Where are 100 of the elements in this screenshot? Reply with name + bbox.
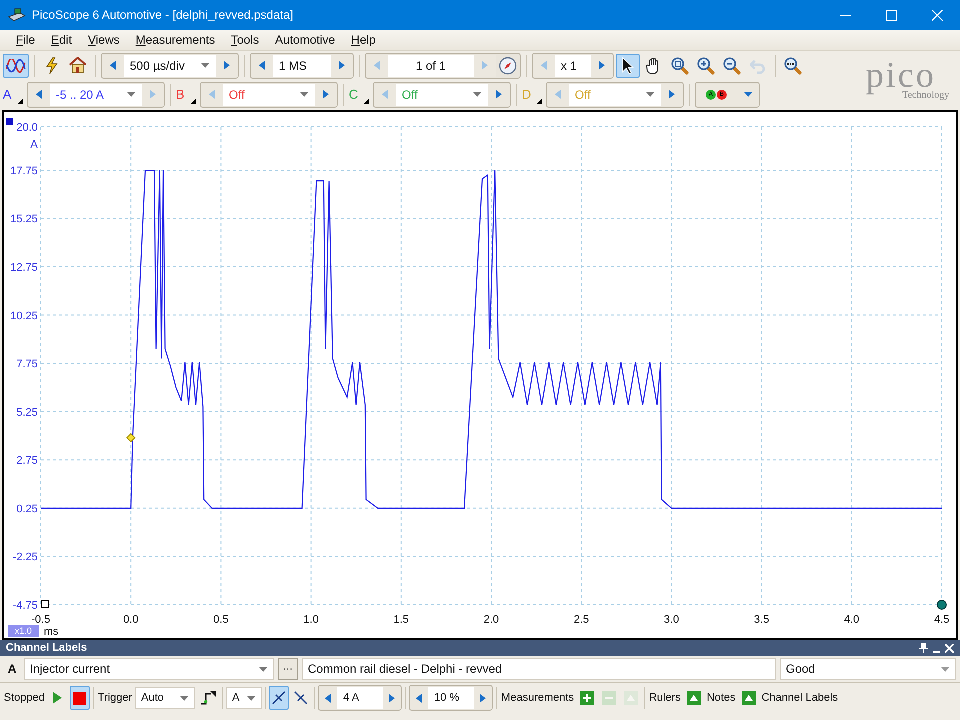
measurements-label: Measurements: [500, 692, 576, 704]
stop-button[interactable]: [70, 686, 90, 710]
quality-dropdown[interactable]: Good: [780, 658, 956, 680]
timebase-dropdown[interactable]: 500 µs/div: [124, 54, 216, 76]
y-unit-label: A: [30, 139, 38, 151]
y-tick-label: 17.75: [10, 165, 38, 178]
left-arrow-icon: [209, 90, 215, 99]
zoom-out-icon: [723, 56, 741, 74]
menu-item[interactable]: Measurements: [128, 33, 224, 47]
trigger-mode-dropdown[interactable]: Auto: [135, 687, 196, 709]
description-field[interactable]: Common rail diesel - Delphi - revved: [302, 658, 776, 680]
right-arrow-icon: [669, 90, 675, 99]
play-icon: [53, 692, 62, 704]
right-arrow-icon: [150, 90, 156, 99]
menu-item[interactable]: File: [8, 33, 44, 47]
pointer-tool-button[interactable]: [616, 54, 640, 78]
zoom-field[interactable]: x 1: [555, 54, 591, 76]
menu-item[interactable]: Automotive: [267, 33, 344, 47]
x-tick-label: 0.0: [123, 614, 139, 626]
rising-edge-button[interactable]: [269, 686, 290, 710]
corner-triangle-icon: [364, 98, 369, 104]
cursor-arrow-icon: [621, 56, 635, 74]
y-tick-label: 20.0: [16, 122, 38, 134]
magnifier-icon: [784, 56, 802, 74]
lightning-icon: [45, 56, 59, 74]
threshold-field[interactable]: 4 A: [337, 687, 384, 709]
trigger-label: Trigger: [96, 692, 134, 704]
right-arrow-icon: [339, 61, 345, 70]
channel-button[interactable]: A: [3, 82, 25, 106]
x-tick-label: 1.0: [304, 614, 319, 626]
channel-labels-label: Channel Labels: [760, 692, 840, 704]
oscilloscope-icon: [8, 7, 26, 23]
x-tick-label: 0.5: [214, 614, 229, 626]
buffer-field[interactable]: 1 of 1: [388, 54, 474, 76]
right-arrow-icon: [482, 61, 488, 70]
left-arrow-icon: [374, 61, 380, 70]
y-tick-label: 2.75: [16, 455, 38, 468]
channel-letter: A: [8, 662, 18, 676]
maximize-icon: [886, 10, 896, 20]
menu-item[interactable]: Views: [80, 33, 128, 47]
menu-item[interactable]: Help: [343, 33, 384, 47]
x-tick-label: 1.5: [394, 614, 410, 626]
plus-icon: [580, 691, 594, 705]
zoom-in-icon: [697, 56, 715, 74]
close-icon[interactable]: [945, 644, 954, 652]
pin-icon[interactable]: [919, 643, 928, 653]
y-tick-label: 10.25: [10, 310, 38, 322]
capture-status: Stopped: [3, 692, 46, 704]
window-title: PicoScope 6 Automotive - [delphi_revved.psdata]: [32, 8, 294, 22]
dropdown-caret-icon: [473, 92, 482, 97]
ruler-handle-icon[interactable]: [42, 600, 50, 608]
left-arrow-icon: [416, 694, 422, 702]
y-tick-label: -4.75: [12, 600, 38, 612]
right-arrow-icon: [496, 90, 502, 99]
y-tick-label: 5.25: [16, 406, 38, 419]
ruler-handle-icon[interactable]: [937, 600, 947, 610]
right-arrow-icon: [480, 694, 486, 702]
right-arrow-icon: [389, 694, 396, 702]
x-tick-label: 4.5: [934, 614, 950, 626]
x-tick-label: 2.5: [574, 614, 590, 626]
y-tick-label: 0.25: [16, 503, 38, 516]
samples-field[interactable]: 1 MS: [273, 54, 331, 76]
y-tick-label: 7.75: [16, 358, 38, 371]
rulers-label: Rulers: [648, 692, 682, 704]
range-dropdown[interactable]: -5 .. 20 A: [50, 84, 142, 106]
right-arrow-icon: [323, 90, 329, 99]
left-arrow-icon: [259, 61, 265, 70]
more-button[interactable]: ···: [278, 658, 298, 680]
minimize-icon: [840, 14, 850, 16]
y-tick-label: 12.75: [10, 262, 38, 274]
dropdown-caret-icon: [247, 696, 256, 700]
dropdown-caret-icon: [744, 92, 752, 97]
trigger-edge-icon: [200, 690, 216, 706]
notes-label: Notes: [706, 692, 737, 704]
x-unit-label: ms: [44, 626, 59, 638]
house-icon: [69, 57, 87, 74]
left-arrow-icon: [36, 90, 42, 99]
undo-arrow-icon: [750, 58, 766, 74]
x-tick-label: 4.0: [844, 614, 860, 626]
pretrigger-field[interactable]: 10 %: [428, 687, 474, 709]
range-dropdown[interactable]: Off: [223, 84, 315, 106]
trigger-marker-icon: [126, 433, 136, 443]
x-tick-label: 2.0: [484, 614, 500, 626]
label-dropdown[interactable]: Injector current: [24, 658, 274, 680]
left-arrow-icon: [110, 61, 116, 70]
left-arrow-icon: [555, 90, 561, 99]
trigger-channel-dropdown[interactable]: A: [226, 687, 262, 709]
logo: pico Technology: [865, 54, 951, 102]
compass-icon: [499, 56, 517, 74]
menu-item[interactable]: Tools: [223, 33, 268, 47]
scope-mode-button[interactable]: [3, 54, 29, 78]
left-arrow-icon: [382, 90, 388, 99]
waveform-icon: [6, 58, 26, 72]
corner-triangle-icon: [18, 98, 23, 104]
dropdown-caret-icon: [941, 666, 950, 672]
falling-edge-icon: [294, 691, 308, 705]
menu-item[interactable]: Edit: [43, 33, 80, 47]
minus-icon: [602, 691, 616, 705]
dropdown-caret-icon: [646, 92, 655, 97]
y-tick-label: -2.25: [12, 552, 38, 564]
